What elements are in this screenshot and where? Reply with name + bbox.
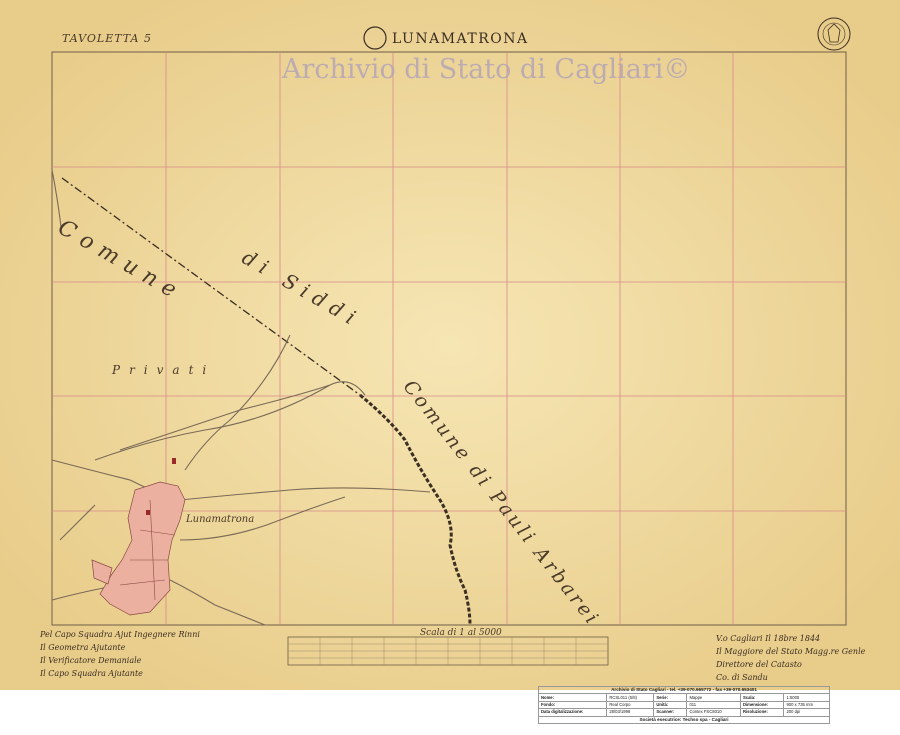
map-sheet: TAVOLETTA 5 LUNAMATRONA Archivio di Stat… (0, 0, 900, 690)
field-value: 900 x 735 mm (783, 700, 830, 710)
table-row: Data digitalizzazione: 28/03/1998 Scanner… (537, 708, 830, 717)
field-key: Data digitalizzazione: (537, 708, 608, 717)
field-key: Fondo: (537, 700, 608, 710)
signatures-right: V.o Cagliari Il 18bre 1844 Il Maggiore d… (716, 634, 866, 682)
table-row: Fondo: Real Corpo Unità: 011 Dimensione: 90… (537, 700, 830, 710)
signatures-left: Pel Capo Squadra Ajut Ingegnere Rinni Il… (40, 630, 200, 678)
field-key: Scanner: (653, 708, 688, 717)
field-value: Contex FSC8010 (686, 708, 741, 717)
field-value: 1:5000 (783, 693, 830, 702)
field-key: Dimensione: (739, 700, 785, 710)
archive-info-table: Archivio di Stato Cagliari - tel. +39-07… (537, 685, 830, 724)
footer-header: Archivio di Stato Cagliari - tel. +39-07… (538, 685, 830, 695)
scale-label: Scala di 1 al 5000 (420, 628, 502, 638)
map-title: LUNAMATRONA (392, 31, 529, 47)
footer-credit: Società esecutrice: Techso spa - Cagliar… (538, 715, 830, 724)
watermark: Archivio di Stato di Cagliari© (282, 54, 691, 85)
table-row: Nome: RCSL011 (5/8) Serie: Mappe Scala: 1:5… (537, 693, 830, 702)
field-key: Unità: (653, 700, 688, 710)
field-value: RCSL011 (5/8) (606, 693, 655, 702)
field-key: Nome: (537, 693, 608, 702)
field-key: Serie: (653, 693, 688, 702)
label-privati: Privati (112, 363, 216, 377)
field-value: 011 (686, 700, 741, 710)
field-value: Mappe (686, 693, 741, 702)
label-town: Lunamatrona (186, 514, 255, 525)
field-value: 28/03/1998 (606, 708, 655, 717)
field-value: 200 dpi (783, 708, 830, 717)
field-key: Risoluzione: (739, 708, 785, 717)
field-value: Real Corpo (606, 700, 655, 710)
field-key: Scala: (739, 693, 785, 702)
sheet-label: TAVOLETTA 5 (62, 32, 152, 45)
map-drawing (0, 0, 900, 690)
